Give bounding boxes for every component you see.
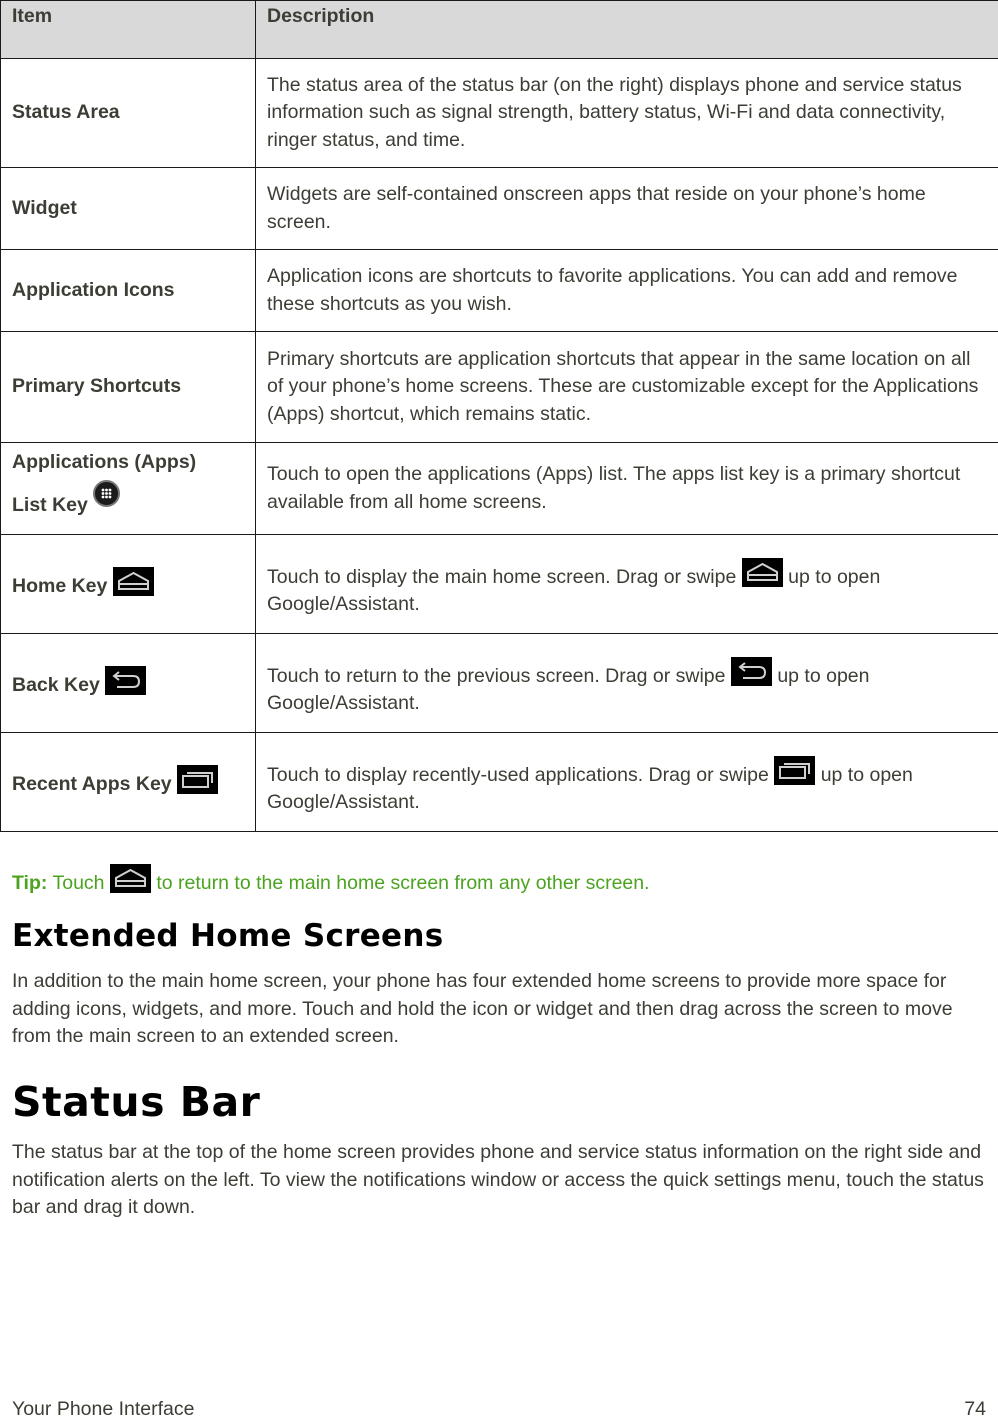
table-row: Back Key Touch to return to the previous… [1, 634, 998, 733]
items-table: Item Description Status Area The status … [0, 0, 998, 832]
tip-text-before: Touch [52, 872, 104, 894]
item-cell: Primary Shortcuts [1, 332, 256, 443]
table-row: Status Area The status area of the statu… [1, 59, 998, 168]
table-row: Widget Widgets are self-contained onscre… [1, 168, 998, 250]
item-label-line1: Applications (Apps) [12, 451, 196, 473]
description-cell: Touch to display the main home screen. D… [256, 535, 998, 634]
back-key-icon [105, 666, 146, 695]
table-header-row: Item Description [1, 1, 998, 59]
status-bar-heading: Status Bar [12, 1078, 260, 1126]
description-cell: Touch to display recently-used applicati… [256, 733, 998, 832]
description-cell: Touch to open the applications (Apps) li… [256, 443, 998, 535]
tip-note: Tip: Touch to return to the main home sc… [12, 864, 650, 898]
recent-apps-key-icon [774, 756, 815, 785]
home-key-icon [113, 567, 154, 596]
item-cell: Recent Apps Key [1, 733, 256, 832]
tip-text-after: to return to the main home screen from a… [156, 872, 649, 894]
home-key-icon [110, 864, 151, 893]
description-cell: Touch to return to the previous screen. … [256, 634, 998, 733]
apps-list-icon [93, 480, 120, 507]
status-bar-paragraph: The status bar at the top of the home sc… [12, 1139, 987, 1222]
item-cell: Home Key [1, 535, 256, 634]
item-label-line2: List Key [12, 494, 88, 516]
home-key-icon [742, 558, 783, 587]
item-cell: Applications (Apps) List Key [1, 443, 256, 535]
description-text: Touch to return to the previous screen. … [267, 665, 725, 687]
description-cell: Widgets are self-contained onscreen apps… [256, 168, 998, 250]
description-text: Touch to display the main home screen. D… [267, 566, 736, 588]
header-description: Description [256, 1, 998, 59]
description-text: Touch to display recently-used applicati… [267, 764, 769, 786]
item-cell: Widget [1, 168, 256, 250]
item-label: Home Key [12, 575, 107, 597]
item-label: Recent Apps Key [12, 773, 172, 795]
footer-section-title: Your Phone Interface [12, 1398, 195, 1421]
table-row: Primary Shortcuts Primary shortcuts are … [1, 332, 998, 443]
item-cell: Back Key [1, 634, 256, 733]
tip-label: Tip: [12, 872, 47, 894]
description-cell: Primary shortcuts are application shortc… [256, 332, 998, 443]
table-row: Recent Apps Key Touch to display recentl… [1, 733, 998, 832]
item-cell: Status Area [1, 59, 256, 168]
table-row: Application Icons Application icons are … [1, 250, 998, 332]
table-row: Applications (Apps) List Key Touch to op… [1, 443, 998, 535]
item-label: Back Key [12, 674, 100, 696]
description-cell: The status area of the status bar (on th… [256, 59, 998, 168]
extended-home-screens-heading: Extended Home Screens [12, 918, 444, 954]
header-item: Item [1, 1, 256, 59]
description-cell: Application icons are shortcuts to favor… [256, 250, 998, 332]
recent-apps-key-icon [177, 765, 218, 794]
table-row: Home Key Touch to display the main home … [1, 535, 998, 634]
back-key-icon [731, 657, 772, 686]
page-number: 74 [964, 1398, 986, 1421]
item-cell: Application Icons [1, 250, 256, 332]
extended-home-screens-paragraph: In addition to the main home screen, you… [12, 968, 987, 1051]
